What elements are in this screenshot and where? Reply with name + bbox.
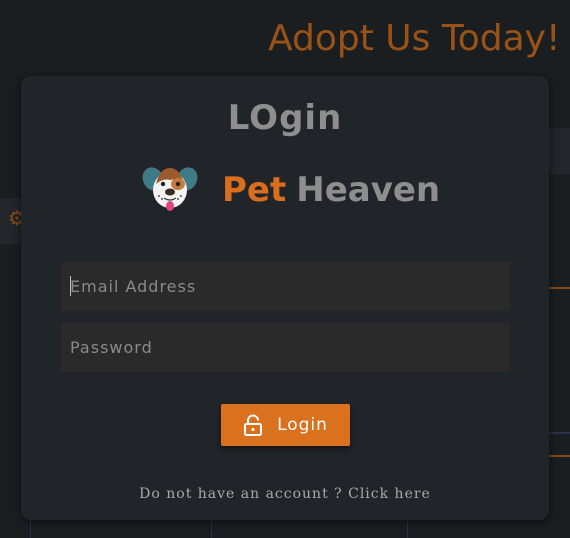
background-divider (407, 520, 408, 538)
lock-icon (244, 414, 263, 436)
signup-link[interactable]: Do not have an account ? Click here (0, 486, 570, 502)
brand: Pet Heaven (140, 162, 440, 218)
password-input[interactable] (61, 323, 510, 372)
text-cursor (70, 276, 71, 296)
login-button[interactable]: Login (221, 404, 350, 446)
background-divider (211, 520, 212, 538)
background-accent-line (549, 455, 570, 457)
dog-face-icon (142, 167, 198, 211)
brand-name-second: Heaven (296, 170, 441, 210)
login-heading: LOgin (227, 98, 343, 138)
login-button-label: Login (277, 415, 328, 435)
background-divider (30, 520, 31, 538)
email-input[interactable] (61, 262, 510, 311)
background-page-title: Adopt Us Today! (268, 18, 561, 59)
background-accent-line (549, 287, 570, 289)
background-divider (549, 432, 570, 434)
brand-name-first: Pet (222, 170, 287, 210)
